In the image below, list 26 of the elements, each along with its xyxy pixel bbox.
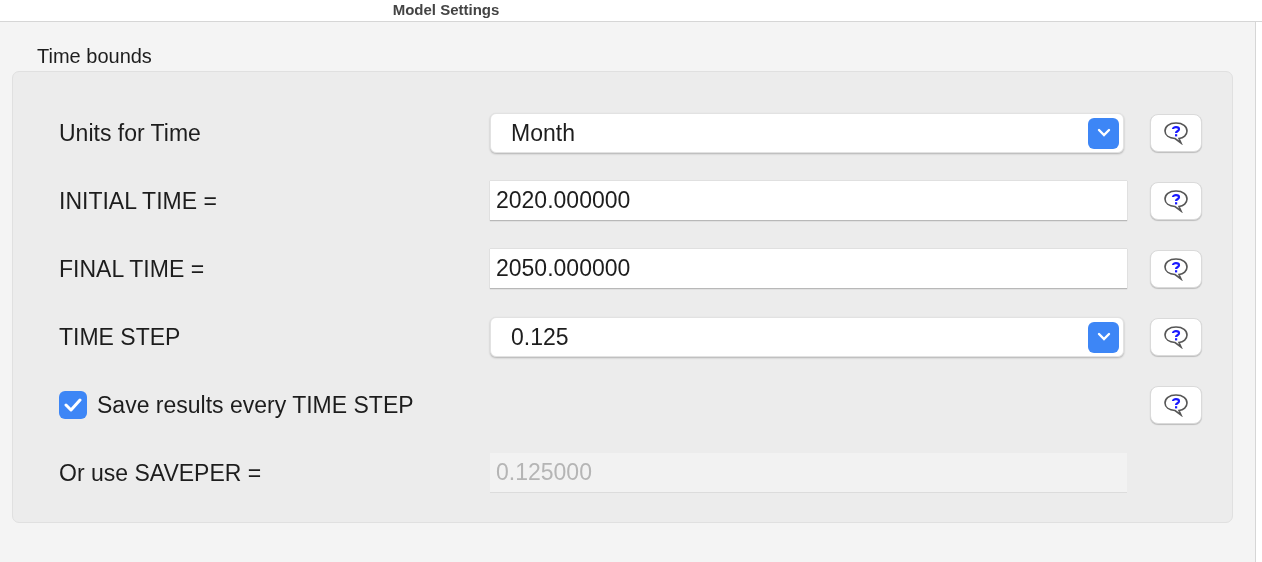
text-field[interactable]: 2020.000000 xyxy=(490,181,1127,221)
help-bubble-icon xyxy=(1163,189,1189,213)
field-label: FINAL TIME = xyxy=(59,254,206,284)
field-label: Or use SAVEPER = xyxy=(59,458,263,488)
field-label: INITIAL TIME = xyxy=(59,186,218,216)
help-button[interactable] xyxy=(1150,386,1202,424)
window-title: Model Settings xyxy=(392,0,500,21)
help-bubble-icon xyxy=(1163,121,1189,145)
checkbox-label: Save results every TIME STEP xyxy=(97,390,414,420)
field-label: Units for Time xyxy=(59,118,202,148)
help-bubble-icon xyxy=(1163,257,1189,281)
chevron-icon xyxy=(1088,321,1119,353)
help-button[interactable] xyxy=(1150,114,1202,152)
help-bubble-icon xyxy=(1163,325,1189,349)
chevron-icon xyxy=(1088,117,1119,149)
dropdown[interactable]: 0.125 xyxy=(490,317,1124,357)
help-button[interactable] xyxy=(1150,250,1202,288)
group-title: Time bounds xyxy=(36,44,153,69)
help-bubble-icon xyxy=(1163,393,1189,417)
field-label: TIME STEP xyxy=(59,322,182,352)
dropdown[interactable]: Month xyxy=(490,113,1124,153)
help-button[interactable] xyxy=(1150,182,1202,220)
checkmark-icon xyxy=(64,398,82,412)
help-button[interactable] xyxy=(1150,318,1202,356)
checkbox[interactable] xyxy=(59,391,87,419)
text-field[interactable]: 2050.000000 xyxy=(490,249,1127,289)
